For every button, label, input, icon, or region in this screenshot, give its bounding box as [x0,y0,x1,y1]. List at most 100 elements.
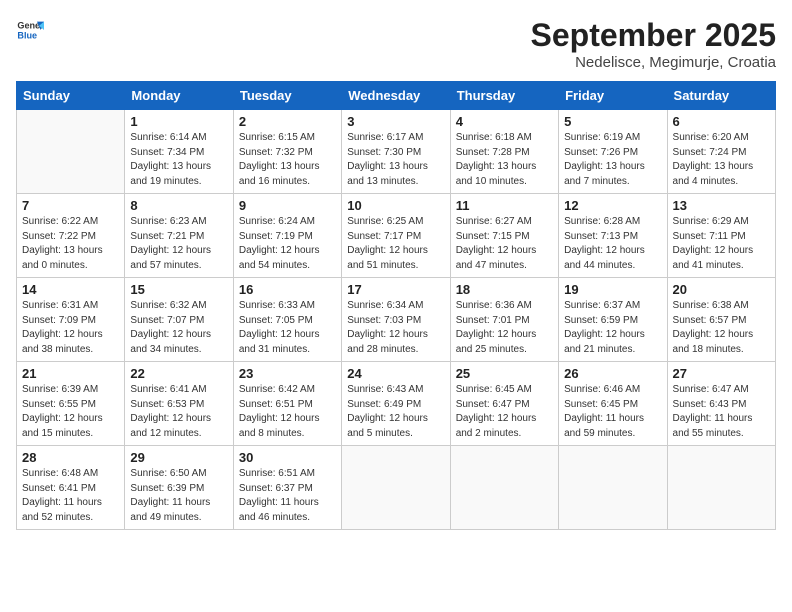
day-info: Sunrise: 6:36 AM Sunset: 7:01 PM Dayligh… [456,299,553,357]
day-number: 22 [130,366,227,381]
weekday-header-wednesday: Wednesday [342,82,450,110]
calendar-cell: 27 Sunrise: 6:47 AM Sunset: 6:43 PM Dayli… [667,362,775,446]
weekday-header-sunday: Sunday [17,82,125,110]
calendar-cell: 12Sunrise: 6:28 AM Sunset: 7:13 PM Dayli… [559,194,667,278]
day-number: 12 [564,198,661,213]
day-number: 29 [130,450,227,465]
calendar-cell [667,446,775,530]
day-number: 19 [564,282,661,297]
day-number: 15 [130,282,227,297]
calendar-cell [450,446,558,530]
day-info: Sunrise: 6:47 AM Sunset: 6:43 PM Dayligh… [673,383,770,441]
logo: General Blue [16,16,44,44]
calendar-cell: 24 Sunrise: 6:43 AM Sunset: 6:49 PM Dayli… [342,362,450,446]
day-info: Sunrise: 6:33 AM Sunset: 7:05 PM Dayligh… [239,299,336,357]
calendar-title: September 2025 [531,16,776,54]
calendar-cell: 30 Sunrise: 6:51 AM Sunset: 6:37 PM Dayli… [233,446,341,530]
weekday-header-thursday: Thursday [450,82,558,110]
day-number: 25 [456,366,553,381]
calendar-cell: 8 Sunrise: 6:23 AM Sunset: 7:21 PM Daylig… [125,194,233,278]
day-number: 28 [22,450,119,465]
day-number: 10 [347,198,444,213]
day-info: Sunrise: 6:42 AM Sunset: 6:51 PM Dayligh… [239,383,336,441]
calendar-cell: 29Sunrise: 6:50 AM Sunset: 6:39 PM Dayli… [125,446,233,530]
day-number: 17 [347,282,444,297]
svg-text:Blue: Blue [17,30,37,40]
calendar-cell: 18 Sunrise: 6:36 AM Sunset: 7:01 PM Dayli… [450,278,558,362]
day-info: Sunrise: 6:23 AM Sunset: 7:21 PM Dayligh… [130,215,227,273]
day-number: 3 [347,114,444,129]
day-info: Sunrise: 6:20 AM Sunset: 7:24 PM Dayligh… [673,131,770,189]
day-number: 8 [130,198,227,213]
day-info: Sunrise: 6:51 AM Sunset: 6:37 PM Dayligh… [239,467,336,525]
day-number: 9 [239,198,336,213]
day-number: 24 [347,366,444,381]
calendar-cell: 6 Sunrise: 6:20 AM Sunset: 7:24 PM Daylig… [667,110,775,194]
day-number: 23 [239,366,336,381]
day-info: Sunrise: 6:32 AM Sunset: 7:07 PM Dayligh… [130,299,227,357]
calendar-cell: 14 Sunrise: 6:31 AM Sunset: 7:09 PM Dayli… [17,278,125,362]
week-row-4: 21 Sunrise: 6:39 AM Sunset: 6:55 PM Dayli… [17,362,776,446]
day-info: Sunrise: 6:39 AM Sunset: 6:55 PM Dayligh… [22,383,119,441]
calendar-cell: 4Sunrise: 6:18 AM Sunset: 7:28 PM Daylig… [450,110,558,194]
day-number: 20 [673,282,770,297]
day-info: Sunrise: 6:43 AM Sunset: 6:49 PM Dayligh… [347,383,444,441]
day-info: Sunrise: 6:15 AM Sunset: 7:32 PM Dayligh… [239,131,336,189]
calendar-cell: 10 Sunrise: 6:25 AM Sunset: 7:17 PM Dayli… [342,194,450,278]
week-row-3: 14 Sunrise: 6:31 AM Sunset: 7:09 PM Dayli… [17,278,776,362]
calendar-cell: 9 Sunrise: 6:24 AM Sunset: 7:19 PM Daylig… [233,194,341,278]
calendar-cell [17,110,125,194]
day-number: 11 [456,198,553,213]
calendar-cell: 19 Sunrise: 6:37 AM Sunset: 6:59 PM Dayli… [559,278,667,362]
day-info: Sunrise: 6:19 AM Sunset: 7:26 PM Dayligh… [564,131,661,189]
day-number: 18 [456,282,553,297]
day-info: Sunrise: 6:24 AM Sunset: 7:19 PM Dayligh… [239,215,336,273]
header: General Blue September 2025 Nedelisce, M… [16,16,776,71]
day-number: 27 [673,366,770,381]
day-info: Sunrise: 6:31 AM Sunset: 7:09 PM Dayligh… [22,299,119,357]
day-number: 21 [22,366,119,381]
day-info: Sunrise: 6:41 AM Sunset: 6:53 PM Dayligh… [130,383,227,441]
week-row-2: 7Sunrise: 6:22 AM Sunset: 7:22 PM Daylig… [17,194,776,278]
day-info: Sunrise: 6:45 AM Sunset: 6:47 PM Dayligh… [456,383,553,441]
header-row: SundayMondayTuesdayWednesdayThursdayFrid… [17,82,776,110]
day-info: Sunrise: 6:37 AM Sunset: 6:59 PM Dayligh… [564,299,661,357]
day-info: Sunrise: 6:25 AM Sunset: 7:17 PM Dayligh… [347,215,444,273]
calendar-cell: 28 Sunrise: 6:48 AM Sunset: 6:41 PM Dayli… [17,446,125,530]
calendar-cell: 21 Sunrise: 6:39 AM Sunset: 6:55 PM Dayli… [17,362,125,446]
title-area: September 2025 Nedelisce, Megimurje, Cro… [531,16,776,71]
calendar-cell: 22 Sunrise: 6:41 AM Sunset: 6:53 PM Dayli… [125,362,233,446]
calendar-cell [559,446,667,530]
day-info: Sunrise: 6:18 AM Sunset: 7:28 PM Dayligh… [456,131,553,189]
calendar-cell: 17Sunrise: 6:34 AM Sunset: 7:03 PM Dayli… [342,278,450,362]
calendar-cell: 1Sunrise: 6:14 AM Sunset: 7:34 PM Daylig… [125,110,233,194]
day-number: 6 [673,114,770,129]
day-info: Sunrise: 6:27 AM Sunset: 7:15 PM Dayligh… [456,215,553,273]
calendar-subtitle: Nedelisce, Megimurje, Croatia [531,54,776,71]
day-number: 30 [239,450,336,465]
weekday-header-tuesday: Tuesday [233,82,341,110]
day-number: 1 [130,114,227,129]
day-info: Sunrise: 6:17 AM Sunset: 7:30 PM Dayligh… [347,131,444,189]
day-info: Sunrise: 6:38 AM Sunset: 6:57 PM Dayligh… [673,299,770,357]
day-info: Sunrise: 6:48 AM Sunset: 6:41 PM Dayligh… [22,467,119,525]
day-number: 16 [239,282,336,297]
weekday-header-friday: Friday [559,82,667,110]
calendar-cell: 3 Sunrise: 6:17 AM Sunset: 7:30 PM Daylig… [342,110,450,194]
day-number: 14 [22,282,119,297]
calendar-cell: 20 Sunrise: 6:38 AM Sunset: 6:57 PM Dayli… [667,278,775,362]
calendar-cell: 15 Sunrise: 6:32 AM Sunset: 7:07 PM Dayli… [125,278,233,362]
calendar-cell: 2 Sunrise: 6:15 AM Sunset: 7:32 PM Daylig… [233,110,341,194]
day-number: 26 [564,366,661,381]
calendar-cell: 5Sunrise: 6:19 AM Sunset: 7:26 PM Daylig… [559,110,667,194]
week-row-1: 1Sunrise: 6:14 AM Sunset: 7:34 PM Daylig… [17,110,776,194]
weekday-header-saturday: Saturday [667,82,775,110]
calendar-cell: 11 Sunrise: 6:27 AM Sunset: 7:15 PM Dayli… [450,194,558,278]
day-number: 2 [239,114,336,129]
day-info: Sunrise: 6:46 AM Sunset: 6:45 PM Dayligh… [564,383,661,441]
day-number: 13 [673,198,770,213]
calendar-cell: 16 Sunrise: 6:33 AM Sunset: 7:05 PM Dayli… [233,278,341,362]
weekday-header-monday: Monday [125,82,233,110]
calendar-cell: 23 Sunrise: 6:42 AM Sunset: 6:51 PM Dayli… [233,362,341,446]
calendar-table: SundayMondayTuesdayWednesdayThursdayFrid… [16,81,776,530]
